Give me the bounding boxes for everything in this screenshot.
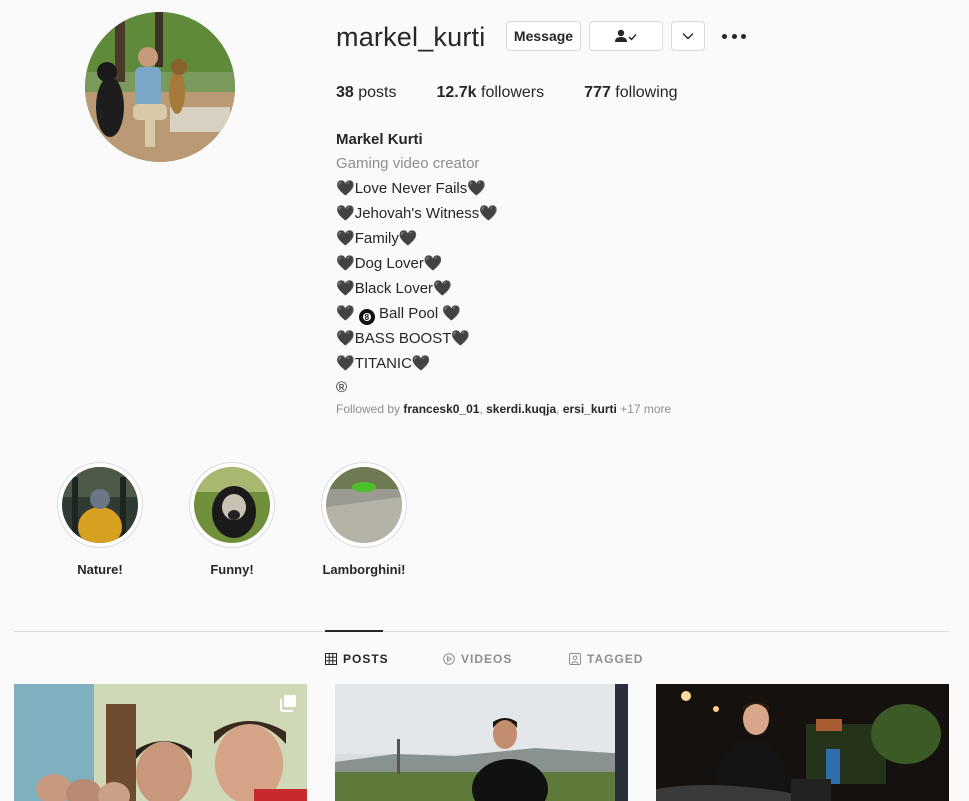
highlight-label: Funny! xyxy=(210,562,254,577)
post-thumbnail[interactable] xyxy=(656,684,949,801)
tab-posts[interactable]: POSTS xyxy=(325,652,389,666)
play-circle-icon xyxy=(443,653,455,665)
eight-ball-icon: 8 xyxy=(358,309,375,325)
posts-count: 38 posts xyxy=(336,84,397,101)
bio-line: 🖤BASS BOOST🖤 xyxy=(336,329,471,347)
profile-category: Gaming video creator xyxy=(336,155,480,172)
highlight-ring[interactable] xyxy=(321,462,407,548)
profile-tabs: POSTS VIDEOS TAGGED xyxy=(0,652,969,666)
followed-by[interactable]: Followed by francesk0_01, skerdi.kuqja, … xyxy=(336,402,671,416)
highlight-label: Nature! xyxy=(77,562,123,577)
followers-link[interactable]: 12.7k followers xyxy=(437,84,545,102)
story-highlight[interactable]: Lamborghini! xyxy=(321,462,407,577)
highlight-ring[interactable] xyxy=(57,462,143,548)
post-thumbnail[interactable] xyxy=(335,684,628,801)
bio-line: 🖤Black Lover🖤 xyxy=(336,279,452,297)
bio-line: 🖤 8 Ball Pool 🖤 xyxy=(336,301,498,326)
more-options-icon[interactable] xyxy=(722,26,746,46)
highlight-label: Lamborghini! xyxy=(322,562,406,577)
suggested-dropdown-button[interactable] xyxy=(671,21,705,51)
highlight-ring[interactable] xyxy=(189,462,275,548)
bio-line: 🖤TITANIC🖤 xyxy=(336,354,431,372)
bio-line: ® xyxy=(336,379,348,396)
tabs-divider xyxy=(14,631,949,632)
bio-line: 🖤Dog Lover🖤 xyxy=(336,254,443,272)
highlight-thumbnail xyxy=(194,467,270,543)
bio-line: 🖤Jehovah's Witness🖤 xyxy=(336,204,498,222)
profile-full-name: Markel Kurti xyxy=(336,131,423,148)
story-highlight[interactable]: Funny! xyxy=(189,462,275,577)
highlight-thumbnail xyxy=(326,467,402,543)
profile-username: markel_kurti xyxy=(336,22,486,52)
person-check-icon xyxy=(615,29,637,42)
carousel-icon xyxy=(280,695,296,712)
following-link[interactable]: 777 following xyxy=(584,84,677,102)
chevron-down-icon xyxy=(682,33,694,40)
bio-line: 🖤Love Never Fails🖤 xyxy=(336,179,486,197)
bio-line: 🖤Family🖤 xyxy=(336,229,418,247)
message-button[interactable]: Message xyxy=(506,21,581,51)
following-button[interactable] xyxy=(589,21,663,51)
tag-user-icon xyxy=(569,653,581,665)
active-tab-indicator xyxy=(325,630,383,632)
tab-videos[interactable]: VIDEOS xyxy=(443,652,512,666)
highlight-thumbnail xyxy=(62,467,138,543)
grid-icon xyxy=(325,653,337,665)
post-thumbnail[interactable] xyxy=(14,684,307,801)
tab-tagged[interactable]: TAGGED xyxy=(569,652,643,666)
profile-avatar[interactable] xyxy=(85,12,235,162)
profile-bio: Markel Kurti Gaming video creator 🖤Love … xyxy=(336,128,498,400)
profile-stats: 38 posts 12.7k followers 777 following xyxy=(336,84,718,102)
story-highlight[interactable]: Nature! xyxy=(57,462,143,577)
